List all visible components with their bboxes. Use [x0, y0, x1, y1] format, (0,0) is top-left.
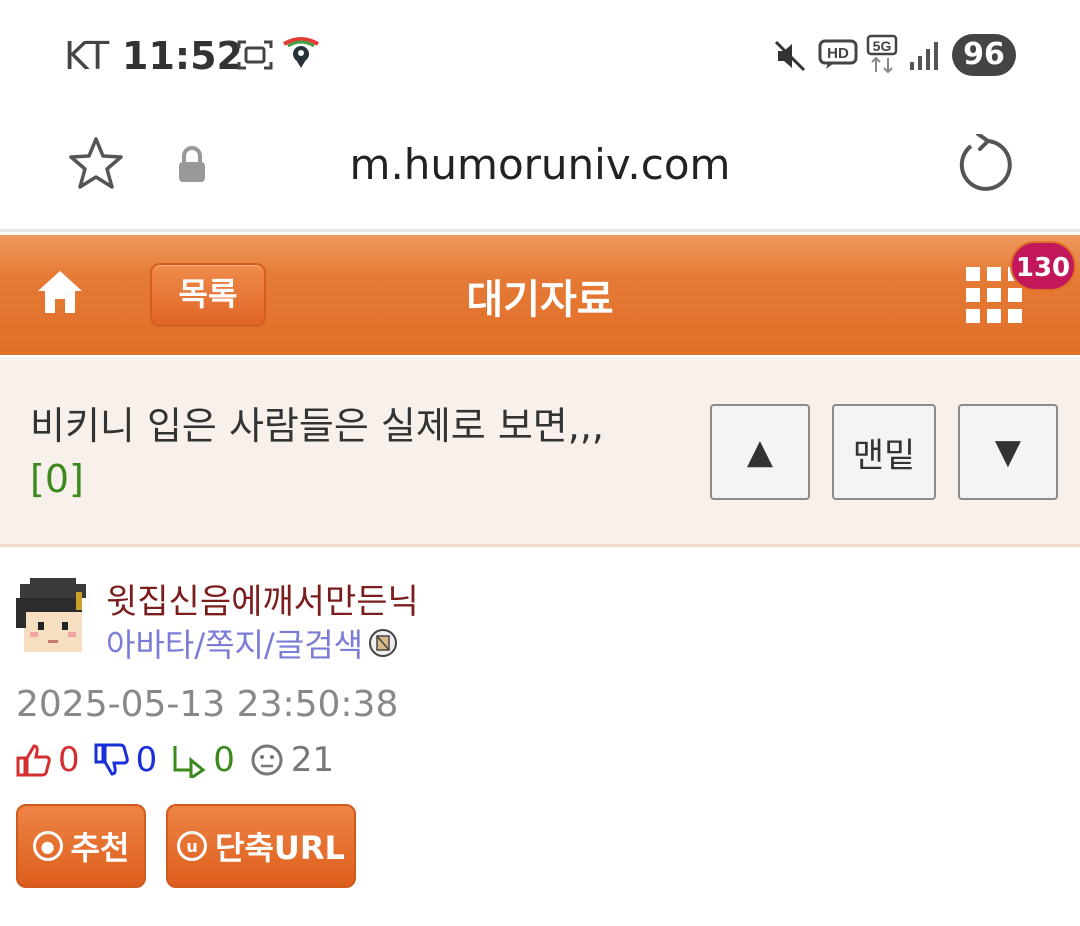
- post-date: 2025-05-13 23:50:38: [16, 684, 399, 725]
- upvote-count: 0: [58, 740, 80, 780]
- face-icon: [251, 744, 283, 776]
- thumbs-up-icon: [16, 744, 51, 777]
- member-badge-icon: [369, 629, 397, 657]
- upvote-stat[interactable]: 0: [16, 740, 80, 780]
- svg-text:HD: HD: [827, 45, 849, 62]
- hd-icon: HD: [818, 39, 858, 69]
- svg-text:5G: 5G: [873, 38, 892, 54]
- recommend-icon: ●: [32, 831, 63, 861]
- share-stat[interactable]: 0: [171, 740, 235, 780]
- notification-badge[interactable]: 130: [1010, 241, 1076, 291]
- map-pin-icon: [282, 37, 320, 68]
- author-nickname[interactable]: 윗집신음에깨서만든닉: [106, 574, 419, 623]
- short-url-button[interactable]: u 단축URL: [166, 804, 356, 888]
- url-icon: u: [177, 831, 208, 861]
- short-url-label: 단축URL: [215, 829, 345, 867]
- view-count: 21: [290, 740, 335, 780]
- recommend-label: 추천: [70, 829, 130, 867]
- recommend-button[interactable]: ● 추천: [16, 804, 146, 888]
- post-stats: 0 0 0 21: [16, 738, 348, 782]
- site-header: 목록 대기자료 130: [0, 235, 1080, 355]
- reload-icon[interactable]: [954, 134, 1014, 194]
- next-post-button[interactable]: ▼: [958, 404, 1058, 500]
- 5g-icon: 5G: [866, 34, 898, 74]
- screenshot-icon: [237, 40, 273, 70]
- browser-url-bar: m.humoruniv.com: [0, 110, 1080, 232]
- comment-count[interactable]: [0]: [30, 457, 84, 501]
- page-title: 대기자료: [466, 277, 614, 323]
- view-stat: 21: [249, 740, 334, 780]
- reply-arrow-icon: [173, 746, 206, 778]
- post-title-box: 비키니 입은 사람들은 실제로 보면,,, [0] ▲ 맨밑 ▼: [0, 357, 1080, 547]
- clock: 11:52: [122, 34, 243, 78]
- post-title: 비키니 입은 사람들은 실제로 보면,,,: [30, 404, 604, 448]
- url-text[interactable]: m.humoruniv.com: [0, 140, 1080, 189]
- signal-icon: [910, 42, 938, 70]
- go-bottom-button[interactable]: 맨밑: [832, 404, 936, 500]
- carrier-label: KT: [64, 34, 110, 78]
- thumbs-down-icon: [94, 743, 129, 776]
- author-links[interactable]: 아바타/쪽지/글검색: [106, 620, 363, 666]
- status-bar: KT 11:52 HD 5G 96: [0, 0, 1080, 110]
- prev-post-button[interactable]: ▲: [710, 404, 810, 500]
- share-count: 0: [213, 740, 235, 780]
- mute-icon: [774, 40, 806, 72]
- avatar[interactable]: [16, 578, 90, 654]
- downvote-count: 0: [135, 740, 158, 780]
- battery-indicator: 96: [952, 34, 1016, 76]
- downvote-stat[interactable]: 0: [94, 740, 158, 780]
